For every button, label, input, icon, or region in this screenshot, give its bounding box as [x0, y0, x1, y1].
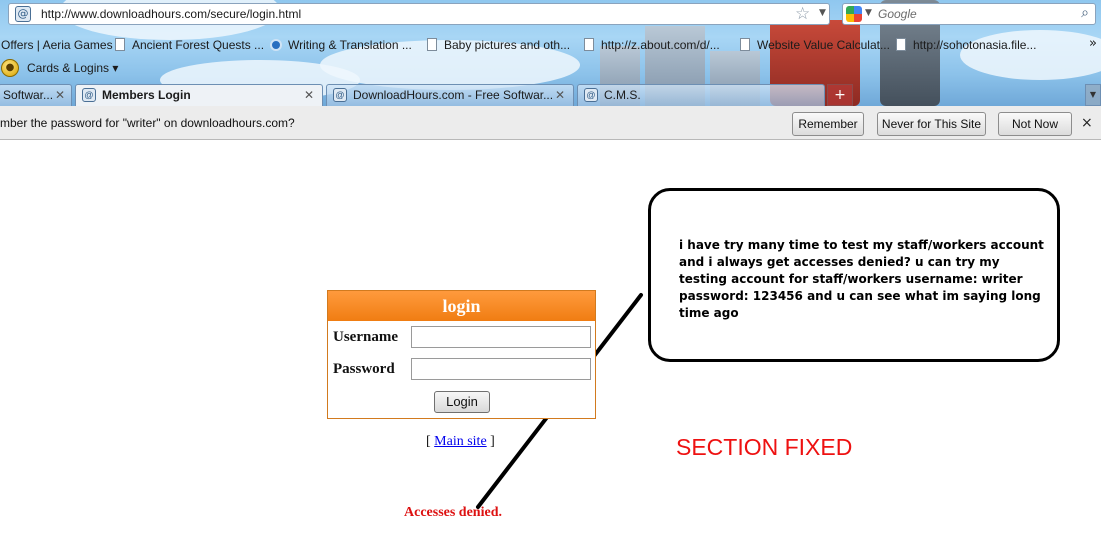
main-site-link[interactable]: Main site	[434, 434, 487, 449]
section-fixed-note: SECTION FIXED	[676, 434, 853, 460]
login-title: login	[328, 291, 595, 321]
password-field[interactable]	[411, 358, 591, 380]
login-form: login Username Password Login	[327, 290, 596, 419]
password-label: Password	[333, 361, 395, 377]
username-field[interactable]	[411, 326, 591, 348]
annotation-text: i have try many time to test my staff/wo…	[679, 238, 1044, 320]
annotation-bubble: i have try many time to test my staff/wo…	[648, 188, 1060, 362]
bracket-open: [	[426, 434, 435, 449]
login-button[interactable]: Login	[434, 391, 490, 413]
main-site-link-wrapper: [ Main site ]	[426, 434, 495, 450]
access-denied-message: Accesses denied.	[404, 505, 502, 520]
username-label: Username	[333, 329, 398, 345]
bracket-close: ]	[486, 434, 495, 449]
